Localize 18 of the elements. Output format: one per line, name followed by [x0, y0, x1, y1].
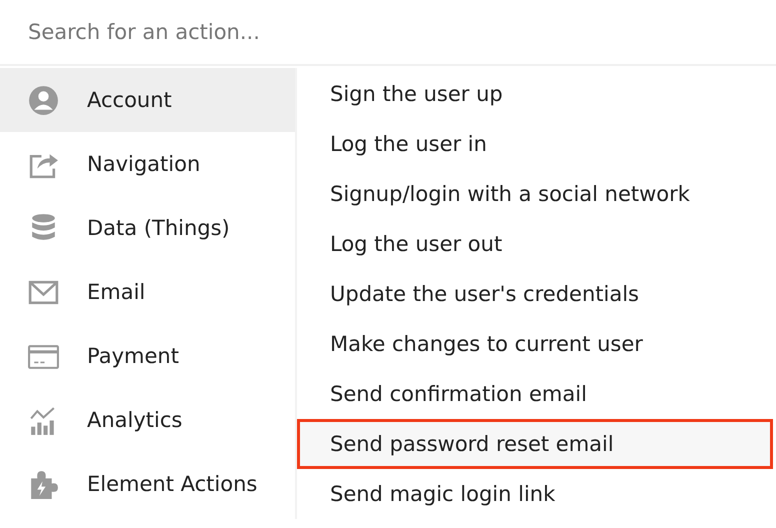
action-item[interactable]: Send magic login link	[297, 469, 773, 519]
search-field[interactable]: Search for an action...	[28, 20, 528, 44]
action-item[interactable]: Send password reset email	[297, 419, 773, 469]
action-item[interactable]: Sign the user up	[297, 69, 773, 119]
category-item[interactable]: Account	[0, 68, 295, 132]
action-item[interactable]: Log the user in	[297, 119, 773, 169]
action-item[interactable]: Signup/login with a social network	[297, 169, 773, 219]
category-item[interactable]: Navigation	[0, 132, 295, 196]
category-item[interactable]: Analytics	[0, 388, 295, 452]
category-item[interactable]: Email	[0, 260, 295, 324]
action-item[interactable]: Log the user out	[297, 219, 773, 269]
action-item[interactable]: Send confirmation email	[297, 369, 773, 419]
category-item[interactable]: Payment	[0, 324, 295, 388]
category-item[interactable]: Element Actions	[0, 452, 295, 516]
person-icon	[27, 84, 60, 116]
action-item[interactable]: Update the user's credentials	[297, 269, 773, 319]
action-item[interactable]: Make changes to current user	[297, 319, 773, 369]
category-item[interactable]: Data (Things)	[0, 196, 295, 260]
